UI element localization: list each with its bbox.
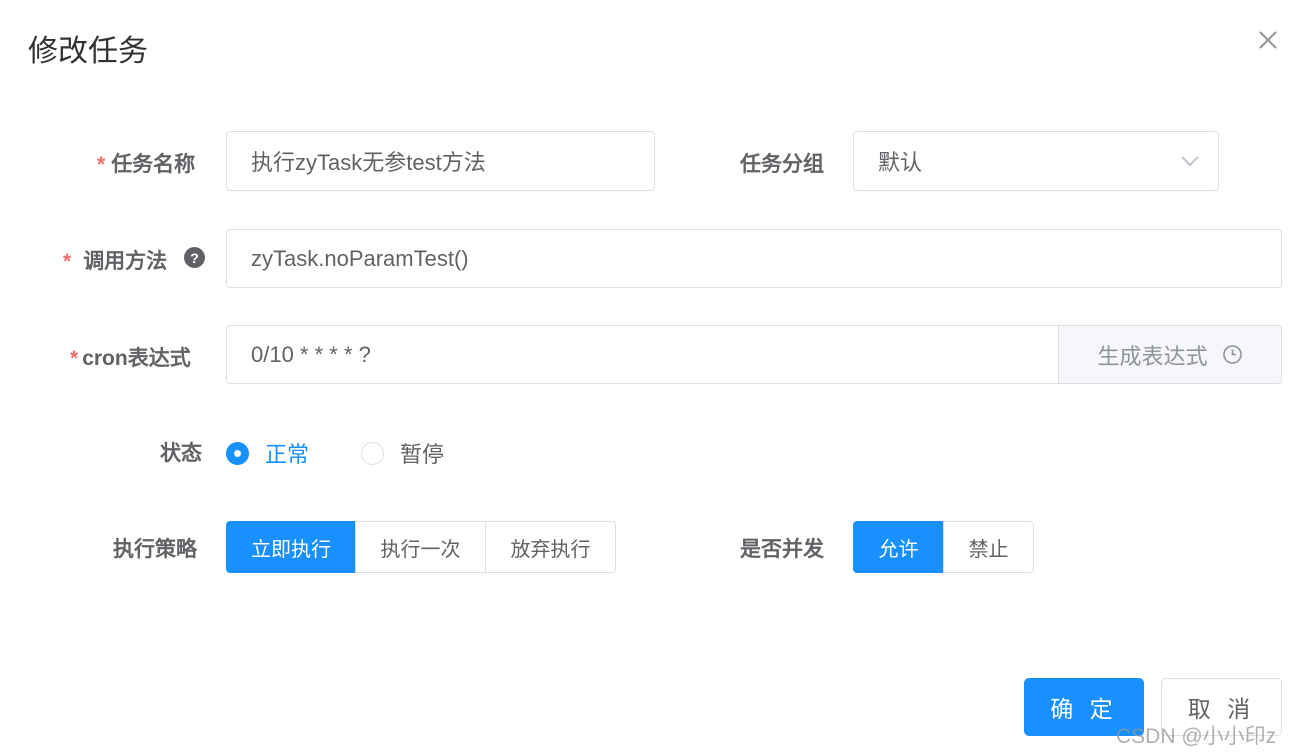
invoke-target-label: * 调用方法 (63, 250, 168, 273)
invoke-target-input[interactable]: zyTask.noParamTest() (226, 229, 1282, 288)
concurrent-forbid-button[interactable]: 禁止 (943, 521, 1034, 573)
question-circle-icon[interactable]: ? (184, 247, 205, 268)
watermark: CSDN @小小印z (1116, 725, 1277, 748)
required-mark: * (97, 153, 106, 176)
status-radio-normal[interactable]: 正常 (226, 437, 309, 469)
misfire-policy-label: 执行策略 (113, 538, 197, 561)
radio-unchecked-icon (361, 441, 384, 465)
concurrent-group: 允许 禁止 (853, 521, 1034, 573)
concurrent-label: 是否并发 (740, 538, 824, 561)
status-label: 状态 (160, 442, 202, 465)
job-group-select[interactable]: 默认 (853, 131, 1219, 191)
policy-once-button[interactable]: 执行一次 (355, 521, 486, 573)
job-group-label: 任务分组 (740, 153, 824, 176)
concurrent-allow-button[interactable]: 允许 (853, 521, 944, 573)
policy-immediate-button[interactable]: 立即执行 (226, 521, 356, 573)
cron-expression-input[interactable]: 0/10 * * * * ? (226, 325, 1060, 384)
chevron-down-icon (1181, 156, 1199, 167)
generate-expression-button[interactable]: 生成表达式 (1058, 325, 1282, 384)
required-mark: * (70, 347, 79, 370)
close-icon[interactable] (1254, 26, 1282, 54)
radio-checked-icon (226, 441, 249, 465)
required-mark: * (63, 250, 72, 273)
cron-label: * cron表达式 (70, 347, 191, 370)
misfire-policy-group: 立即执行 执行一次 放弃执行 (226, 521, 616, 573)
policy-abandon-button[interactable]: 放弃执行 (485, 521, 616, 573)
job-name-label: * 任务名称 (97, 153, 196, 176)
job-name-input[interactable]: 执行zyTask无参test方法 (226, 131, 655, 191)
clock-icon (1222, 345, 1242, 364)
status-radio-paused[interactable]: 暂停 (361, 437, 444, 469)
dialog-title: 修改任务 (28, 35, 148, 68)
